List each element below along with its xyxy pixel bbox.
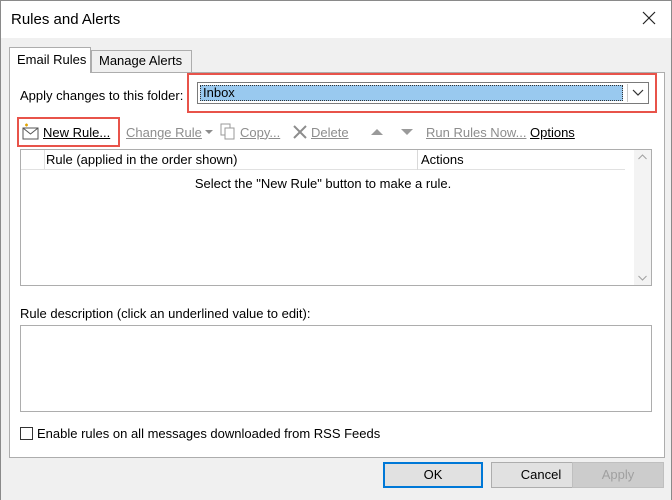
close-icon[interactable] [641,10,657,26]
window-title: Rules and Alerts [11,11,121,28]
delete-label: Delete [311,124,349,140]
rules-list-header: Rule (applied in the order shown) Action… [21,150,625,170]
rule-description-label: Rule description (click an underlined va… [20,306,311,321]
new-rule-highlight [17,117,120,147]
actions-column-header[interactable]: Actions [421,152,464,167]
rules-scrollbar[interactable] [634,150,651,285]
apply-button[interactable]: Apply [572,462,664,488]
empty-rules-message: Select the "New Rule" button to make a r… [194,176,452,191]
copy-rule-button[interactable]: Copy... [219,119,280,145]
options-label: Options [530,124,575,140]
run-rules-label: Run Rules Now... [426,124,527,140]
caret-down-icon [204,130,213,134]
rules-list[interactable]: Rule (applied in the order shown) Action… [20,149,652,286]
column-divider [417,150,418,170]
tab-manage-alerts[interactable]: Manage Alerts [91,50,192,72]
chevron-down-icon[interactable] [627,84,647,102]
copy-icon [220,123,235,140]
ok-button[interactable]: OK [383,462,483,488]
folder-select[interactable]: Inbox [197,82,649,104]
rss-rules-option[interactable]: Enable rules on all messages downloaded … [20,426,380,441]
move-down-button[interactable] [400,119,414,145]
rss-rules-checkbox[interactable] [20,427,33,440]
scroll-down-icon[interactable] [638,275,647,281]
change-rule-label: Change Rule [126,124,202,140]
scroll-up-icon[interactable] [638,154,647,160]
folder-selected-value: Inbox [200,85,623,101]
copy-label: Copy... [240,124,281,140]
tab-email-rules[interactable]: Email Rules [9,47,91,73]
email-rules-panel: Apply changes to this folder: Inbox New … [9,72,665,458]
folder-label: Apply changes to this folder: [20,88,184,103]
change-rule-button[interactable]: Change Rule [126,119,213,145]
arrow-down-icon [401,129,413,135]
delete-icon [293,125,307,139]
move-up-button[interactable] [370,119,384,145]
options-button[interactable]: Options [530,119,575,145]
title-bar: Rules and Alerts [0,0,672,38]
arrow-up-icon [371,129,383,135]
rule-description-box[interactable] [20,325,652,412]
rules-checkbox-column [21,150,45,170]
run-rules-button[interactable]: Run Rules Now... [426,119,526,145]
rss-rules-label: Enable rules on all messages downloaded … [37,426,381,441]
rules-dialog: Email Rules Manage Alerts Apply changes … [0,38,672,500]
delete-rule-button[interactable]: Delete [292,119,349,145]
rule-column-header[interactable]: Rule (applied in the order shown) [46,152,238,167]
